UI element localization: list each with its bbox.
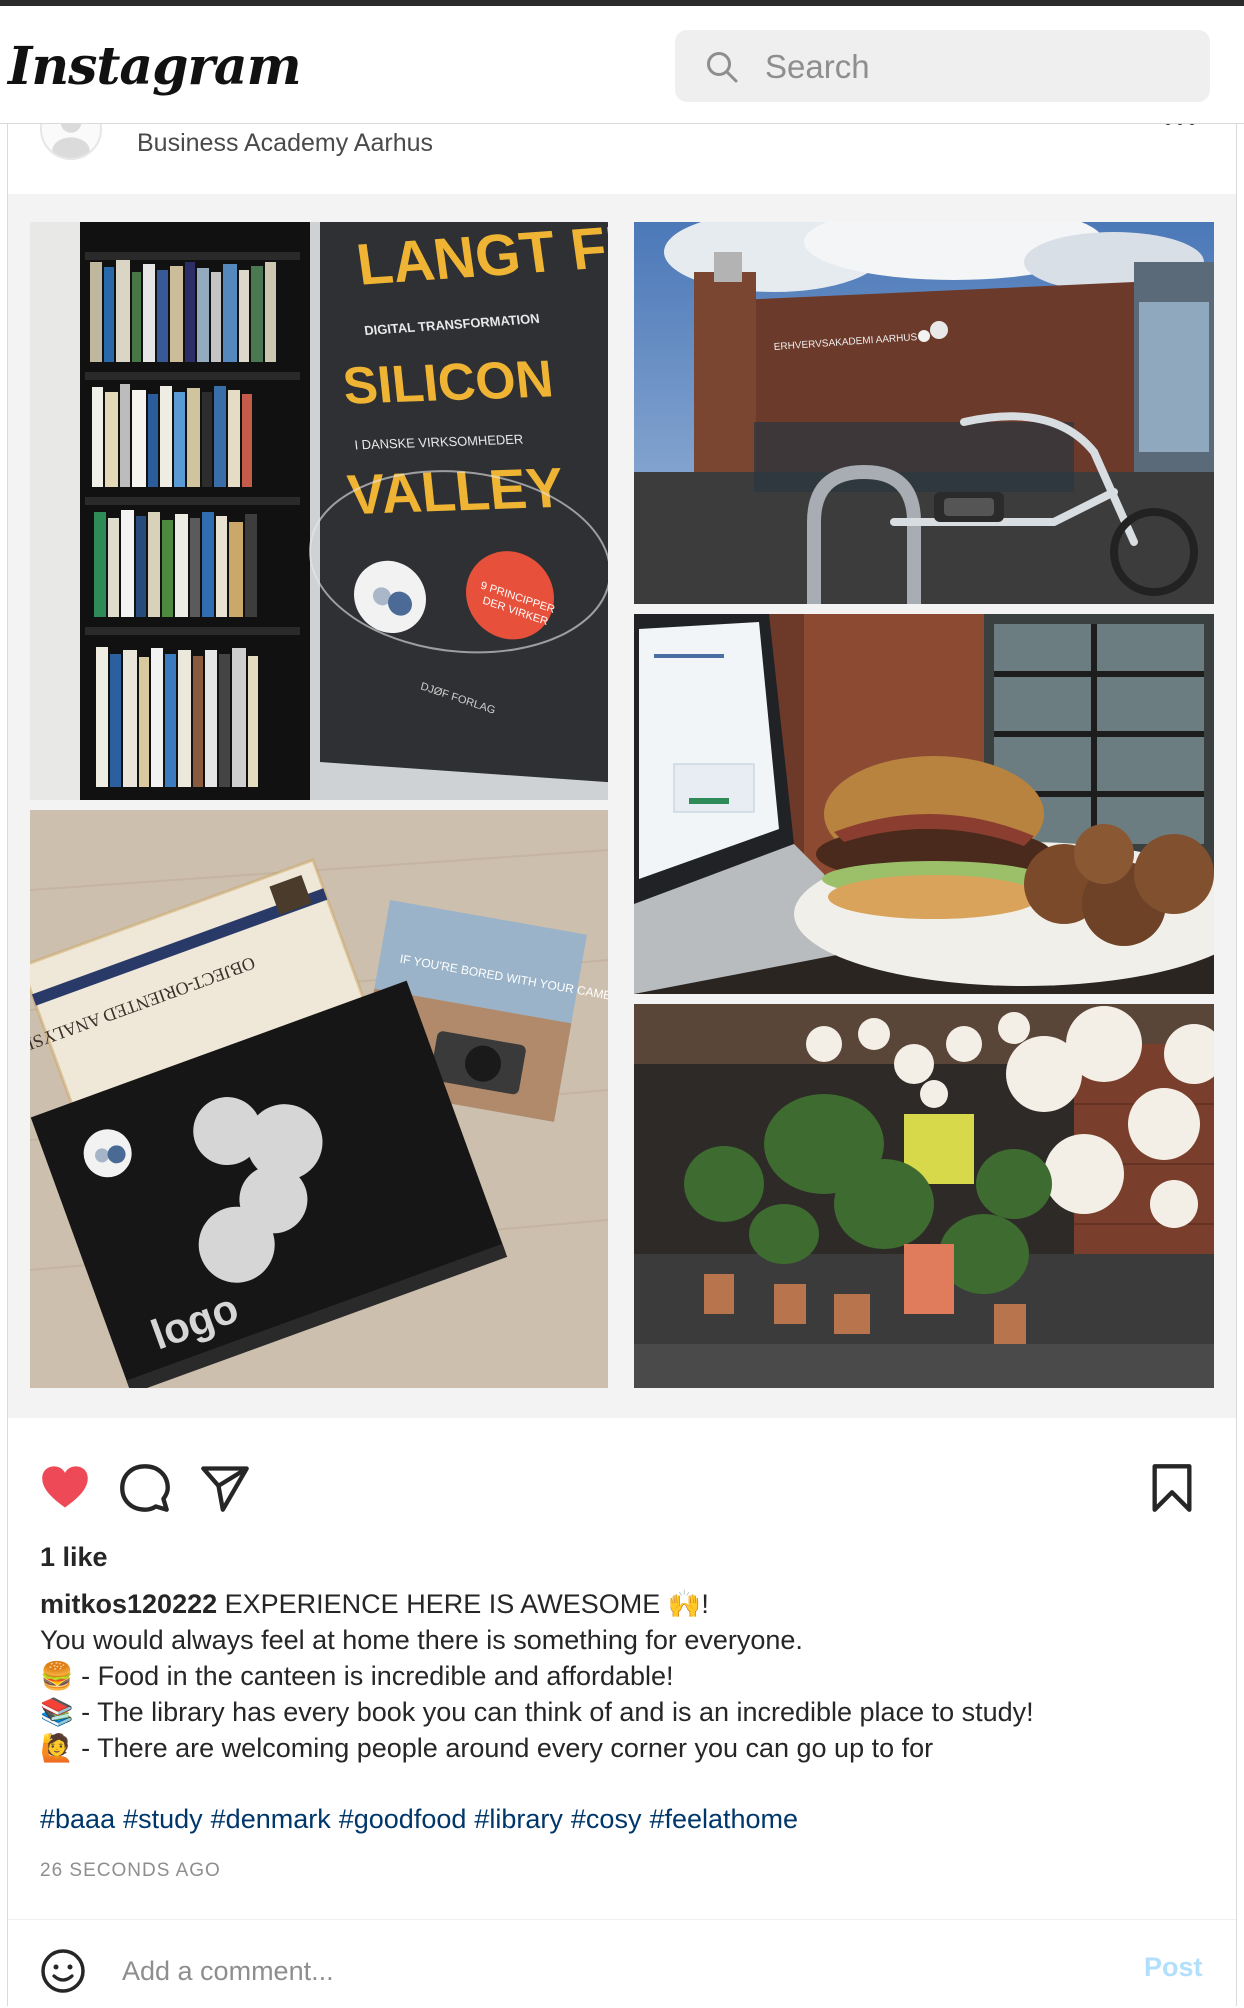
emoji-icon[interactable] [40, 1948, 86, 1994]
hashtag-link[interactable]: #library [474, 1804, 563, 1834]
hashtag-link[interactable]: #baaa [40, 1804, 115, 1834]
svg-text:SILICON: SILICON [340, 350, 556, 415]
caption-line-1: EXPERIENCE HERE IS AWESOME 🙌! [224, 1589, 709, 1619]
hashtags: #baaa #study #denmark #goodfood #library #cos… [40, 1804, 806, 1835]
search-box[interactable] [675, 30, 1210, 104]
campus-building-exterior-image: ERHVERVSAKADEMI AARHUS [634, 222, 1214, 604]
save-bookmark-icon[interactable] [1146, 1462, 1198, 1514]
library-book-display-image: LANGT FR DIGITAL TRANSFORMATION SILICON … [30, 222, 608, 800]
search-input[interactable] [763, 30, 1187, 104]
burger-and-laptop-image [634, 614, 1214, 994]
hashtag-link[interactable]: #cosy [571, 1804, 642, 1834]
instagram-logo[interactable]: Instagram [8, 36, 302, 97]
hashtag-link[interactable]: #feelathome [649, 1804, 798, 1834]
caption-line-3: 🍔 - Food in the canteen is incredible an… [40, 1661, 674, 1691]
hashtag-link[interactable]: #goodfood [339, 1804, 467, 1834]
like-heart-icon[interactable] [39, 1462, 91, 1514]
hashtag-link[interactable]: #denmark [211, 1804, 331, 1834]
books-on-table-image: OBJECT-ORIENTED ANALYSIS AND DESIGN IF Y… [30, 810, 608, 1388]
hashtag-link[interactable]: #study [123, 1804, 203, 1834]
top-nav-bar: Instagram [0, 0, 1244, 124]
caption-line-4: 📚 - The library has every book you can t… [40, 1697, 1034, 1727]
likes-count[interactable]: 1 like [40, 1542, 108, 1573]
caption-username[interactable]: mitkos120222 [40, 1589, 217, 1619]
caption-line-5: 🙋 - There are welcoming people around ev… [40, 1733, 934, 1763]
caption-line-2: You would always feel at home there is s… [40, 1625, 803, 1655]
post-timestamp[interactable]: 26 SECONDS AGO [40, 1860, 221, 1882]
post-location[interactable]: Business Academy Aarhus [137, 129, 433, 158]
share-send-icon[interactable] [199, 1462, 251, 1514]
svg-text:VALLEY: VALLEY [345, 455, 567, 526]
search-icon [707, 52, 738, 83]
comment-icon[interactable] [119, 1462, 171, 1514]
canteen-interior-image [634, 1004, 1214, 1388]
post-card: Business Academy Aarhus LANGT FR DIGITAL… [7, 98, 1237, 2008]
comment-input[interactable] [120, 1940, 1024, 2002]
post-image[interactable]: LANGT FR DIGITAL TRANSFORMATION SILICON … [8, 194, 1236, 1418]
post-header: Business Academy Aarhus [8, 98, 1236, 194]
post-caption: mitkos120222 EXPERIENCE HERE IS AWESOME … [40, 1586, 1210, 1766]
post-comment-button[interactable]: Post [1144, 1952, 1203, 1983]
post-actions [8, 1462, 1236, 1542]
comment-bar: Post [8, 1919, 1236, 2008]
silicon-valley-book: LANGT FR DIGITAL TRANSFORMATION SILICON … [309, 222, 608, 783]
